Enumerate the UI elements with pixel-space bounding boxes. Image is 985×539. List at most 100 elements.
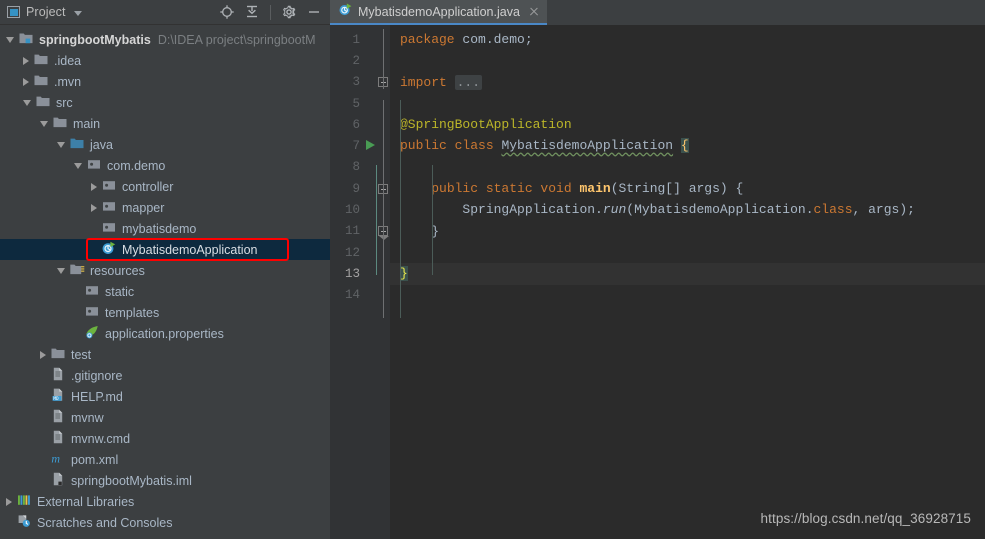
code-line[interactable] bbox=[390, 93, 985, 114]
code-line[interactable]: import ... bbox=[390, 72, 985, 93]
gear-icon[interactable] bbox=[277, 1, 301, 23]
editor-area: MybatisdemoApplication.java 1 2 3 5 6 7 8 9 10 11… bbox=[330, 0, 985, 539]
chevron-right-icon[interactable] bbox=[40, 350, 46, 359]
line-number: 10 bbox=[344, 203, 360, 218]
editor-gutter[interactable]: 1 2 3 5 6 7 8 9 10 11 12 13 14 bbox=[330, 25, 390, 539]
code-line[interactable] bbox=[390, 50, 985, 71]
gutter-line[interactable]: 6 bbox=[330, 114, 390, 135]
tree-row[interactable]: templates bbox=[0, 302, 330, 323]
chevron-down-icon[interactable] bbox=[57, 141, 65, 148]
fold-rail bbox=[382, 29, 384, 89]
code-line[interactable]: SpringApplication.run(MybatisdemoApplica… bbox=[390, 199, 985, 220]
gutter-line[interactable]: 11 bbox=[330, 221, 390, 242]
token-plain: com.demo; bbox=[454, 32, 533, 47]
chevron-right-icon[interactable] bbox=[91, 182, 97, 191]
gutter-line[interactable]: 1 bbox=[330, 29, 390, 50]
chevron-down-icon[interactable] bbox=[74, 162, 82, 169]
collapse-all-icon[interactable] bbox=[240, 1, 264, 23]
token-brace-match: } bbox=[400, 266, 408, 282]
gutter-line[interactable]: 14 bbox=[330, 285, 390, 306]
tree-row[interactable]: mybatisdemo bbox=[0, 218, 330, 239]
tree-row[interactable]: controller bbox=[0, 176, 330, 197]
code-content[interactable]: package com.demo; import ... @SpringBootAp… bbox=[390, 25, 985, 539]
code-line[interactable] bbox=[390, 242, 985, 263]
gutter-line[interactable]: 3 bbox=[330, 72, 390, 93]
tree-row[interactable]: m pom.xml bbox=[0, 449, 330, 470]
tree-row-selected[interactable]: MybatisdemoApplication bbox=[0, 239, 330, 260]
code-line[interactable]: } bbox=[390, 263, 985, 285]
chevron-right-icon[interactable] bbox=[23, 77, 29, 86]
tree-row[interactable]: .idea bbox=[0, 50, 330, 71]
code-viewport[interactable]: 1 2 3 5 6 7 8 9 10 11 12 13 14 package com.demo; impo… bbox=[330, 25, 985, 539]
code-line[interactable]: package com.demo; bbox=[390, 29, 985, 50]
gutter-line[interactable]: 8 bbox=[330, 157, 390, 178]
tree-row[interactable]: test bbox=[0, 344, 330, 365]
code-line[interactable] bbox=[390, 285, 985, 306]
chevron-right-icon[interactable] bbox=[6, 497, 12, 506]
tree-row[interactable]: mapper bbox=[0, 197, 330, 218]
locate-in-tree-icon[interactable] bbox=[215, 1, 239, 23]
close-icon[interactable] bbox=[528, 6, 540, 18]
chevron-down-icon[interactable] bbox=[6, 36, 14, 43]
tree-row[interactable]: mvnw bbox=[0, 407, 330, 428]
code-line[interactable] bbox=[390, 157, 985, 178]
code-line[interactable]: @SpringBootApplication bbox=[390, 114, 985, 135]
project-tree[interactable]: springbootMybatis D:\IDEA project\springb… bbox=[0, 25, 330, 539]
tree-row[interactable]: static bbox=[0, 281, 330, 302]
tree-row[interactable]: .mvn bbox=[0, 71, 330, 92]
fold-placeholder[interactable]: ... bbox=[454, 74, 483, 90]
scratches-icon bbox=[16, 513, 32, 532]
maven-file-icon: m bbox=[50, 450, 66, 469]
project-panel-title-button[interactable]: Project bbox=[7, 5, 82, 19]
folder-icon bbox=[35, 93, 51, 112]
idea-window: Project springbootMybatis D:\IDEA projec… bbox=[0, 0, 985, 539]
tree-row[interactable]: com.demo bbox=[0, 155, 330, 176]
chevron-down-icon[interactable] bbox=[57, 267, 65, 274]
gutter-line[interactable]: 5 bbox=[330, 93, 390, 114]
gutter-line[interactable]: 7 bbox=[330, 135, 390, 156]
code-line[interactable]: public class MybatisdemoApplication { bbox=[390, 135, 985, 156]
tree-row[interactable]: java bbox=[0, 134, 330, 155]
chevron-down-icon[interactable] bbox=[73, 10, 82, 16]
tree-row-label: springbootMybatis.iml bbox=[71, 473, 192, 488]
tree-row-label: controller bbox=[122, 179, 174, 194]
spring-boot-class-icon bbox=[338, 2, 353, 22]
tree-row[interactable]: main bbox=[0, 113, 330, 134]
chevron-down-icon[interactable] bbox=[23, 99, 31, 106]
tree-row-path: D:\IDEA project\springbootM bbox=[157, 32, 316, 47]
project-panel-header: Project bbox=[0, 0, 330, 25]
editor-tab-bar: MybatisdemoApplication.java bbox=[330, 0, 985, 25]
gutter-line[interactable]: 2 bbox=[330, 50, 390, 71]
tree-row[interactable]: Scratches and Consoles bbox=[0, 512, 330, 533]
chevron-down-icon[interactable] bbox=[40, 120, 48, 127]
project-icon bbox=[7, 6, 20, 18]
tree-row[interactable]: application.properties bbox=[0, 323, 330, 344]
tree-row[interactable]: .gitignore bbox=[0, 365, 330, 386]
line-number: 1 bbox=[352, 32, 360, 47]
code-line[interactable]: } bbox=[390, 221, 985, 242]
run-gutter-icon[interactable] bbox=[366, 140, 375, 151]
gutter-line[interactable]: 12 bbox=[330, 242, 390, 263]
tree-row[interactable]: src bbox=[0, 92, 330, 113]
tree-row[interactable]: springbootMybatis D:\IDEA project\springb… bbox=[0, 29, 330, 50]
chevron-right-icon[interactable] bbox=[23, 56, 29, 65]
minimize-icon[interactable] bbox=[302, 1, 326, 23]
tree-row[interactable]: springbootMybatis.iml bbox=[0, 470, 330, 491]
code-line[interactable]: public static void main(String[] args) { bbox=[390, 178, 985, 199]
tree-row[interactable]: resources bbox=[0, 260, 330, 281]
gutter-line[interactable]: 13 bbox=[330, 263, 390, 284]
gutter-line[interactable]: 9 bbox=[330, 178, 390, 199]
line-number: 12 bbox=[344, 245, 360, 260]
gutter-line[interactable]: 10 bbox=[330, 199, 390, 220]
tree-row[interactable]: External Libraries bbox=[0, 491, 330, 512]
package-icon bbox=[101, 219, 117, 238]
tree-row[interactable]: mvnw.cmd bbox=[0, 428, 330, 449]
editor-tab-mybatisdemoapplication[interactable]: MybatisdemoApplication.java bbox=[330, 0, 547, 25]
tree-row[interactable]: MD HELP.md bbox=[0, 386, 330, 407]
chevron-right-icon[interactable] bbox=[91, 203, 97, 212]
